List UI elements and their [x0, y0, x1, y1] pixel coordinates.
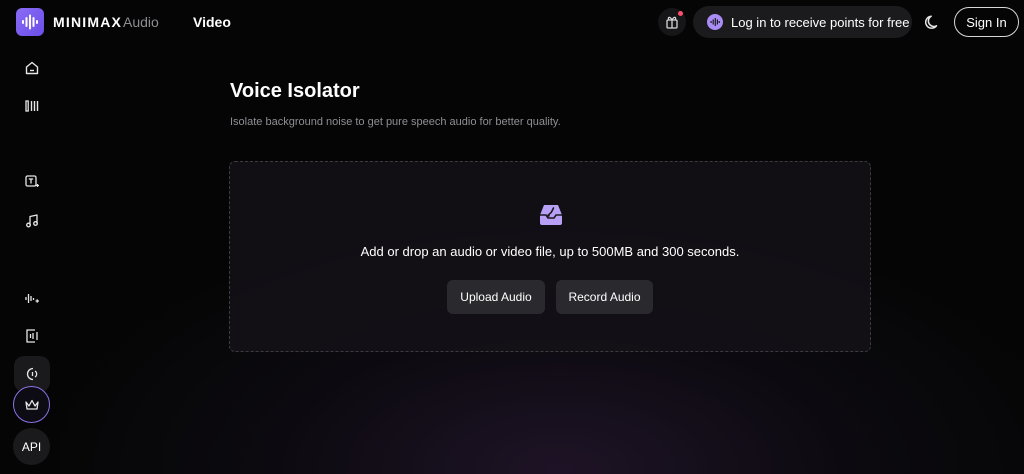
sidebar-item-home[interactable] — [18, 54, 46, 82]
gift-icon — [666, 16, 678, 29]
login-points-button[interactable]: Log in to receive points for free — [693, 6, 912, 38]
sidebar-item-voice-clone[interactable] — [18, 284, 46, 312]
sidebar-item-text-to-speech[interactable] — [18, 168, 46, 196]
page-description: Isolate background noise to get pure spe… — [230, 116, 561, 128]
home-icon — [25, 61, 39, 75]
voice-clone-icon — [25, 294, 39, 303]
library-icon — [25, 100, 39, 112]
sidebar-item-voice-design[interactable] — [18, 322, 46, 350]
moon-icon[interactable] — [924, 13, 942, 31]
logo-icon[interactable] — [16, 8, 44, 36]
sign-in-button[interactable]: Sign In — [954, 7, 1019, 37]
top-bar: MINIMAX Audio Video Log in to receive po… — [0, 0, 1024, 44]
voice-isolator-icon — [26, 367, 38, 381]
sidebar-item-library[interactable] — [18, 92, 46, 120]
brand-sub-audio[interactable]: Audio — [123, 14, 159, 30]
brand-name[interactable]: MINIMAX — [53, 14, 122, 30]
notification-dot — [678, 11, 683, 16]
page-title: Voice Isolator — [230, 80, 360, 102]
sidebar-item-music[interactable] — [18, 207, 46, 235]
api-button[interactable]: API — [13, 428, 50, 465]
upload-dropzone[interactable]: Add or drop an audio or video file, up t… — [229, 161, 871, 352]
record-audio-button[interactable]: Record Audio — [556, 280, 653, 314]
nav-video[interactable]: Video — [193, 14, 231, 30]
audio-wave-icon — [707, 14, 723, 30]
crown-icon — [24, 399, 39, 410]
music-icon — [26, 214, 38, 228]
login-points-label: Log in to receive points for free — [731, 14, 910, 30]
upload-inbox-icon — [540, 205, 562, 225]
drop-instructions: Add or drop an audio or video file, up t… — [360, 244, 740, 259]
premium-button[interactable] — [13, 386, 50, 423]
voice-design-icon — [26, 329, 38, 343]
text-to-speech-icon — [25, 175, 39, 187]
upload-audio-button[interactable]: Upload Audio — [447, 280, 545, 314]
